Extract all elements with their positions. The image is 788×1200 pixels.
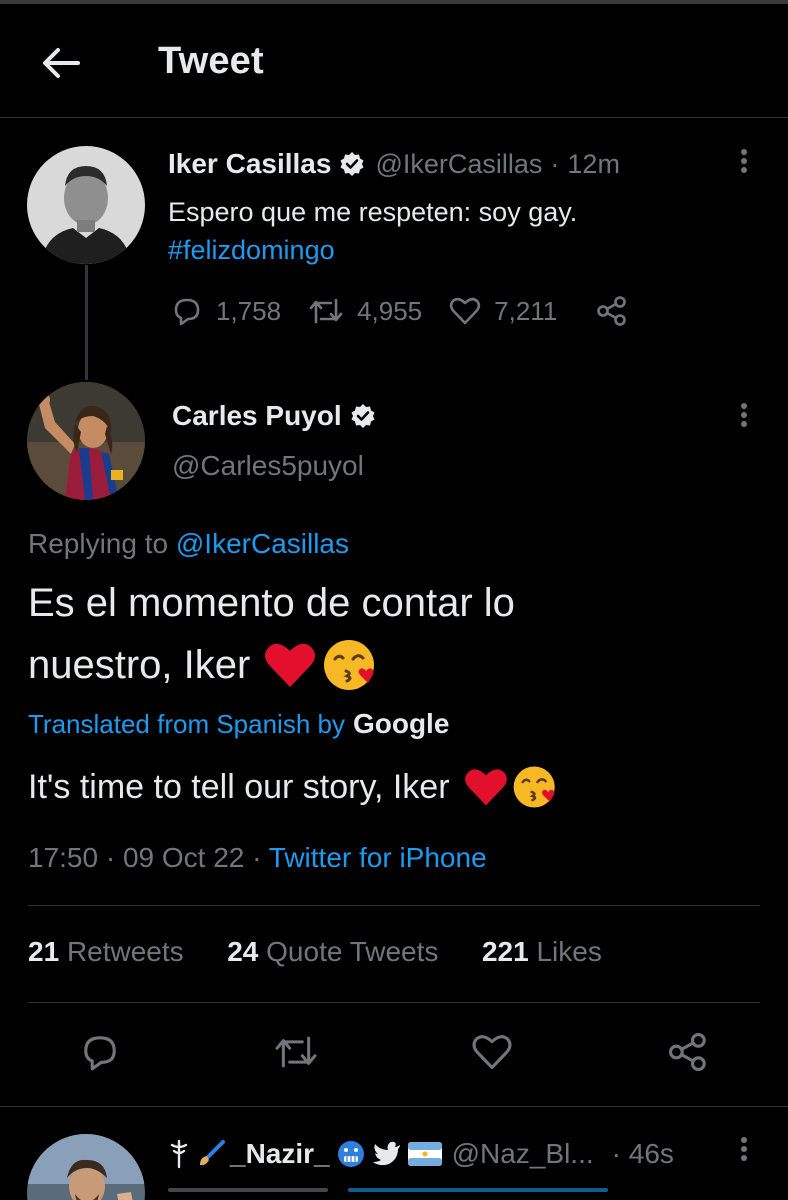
avatar-iker-casillas[interactable]: [27, 146, 145, 264]
next-reply-time[interactable]: · 46s: [612, 1138, 674, 1170]
quote-tweets-count: 24: [227, 936, 259, 967]
tweet-meta: 17:50 · 09 Oct 22 · Twitter for iPhone: [28, 842, 487, 874]
tweet-time-ago[interactable]: 12m: [567, 149, 620, 180]
retweets-count: 21: [28, 936, 60, 967]
header-divider: [0, 117, 788, 118]
page-title: Tweet: [158, 40, 264, 82]
tweet-source-link[interactable]: Twitter for iPhone: [269, 842, 487, 873]
more-options-icon[interactable]: [734, 1134, 754, 1174]
tweet-detail-screen: Tweet Iker Casillas @IkerCasillas · 12m …: [0, 0, 788, 1200]
paintbrush-icon: [200, 1140, 225, 1166]
red-heart-emoji-icon: [265, 643, 316, 687]
next-reply-header: _Nazir_ @Naz_Bl... · 46s: [168, 1138, 674, 1170]
translated-text: It's time to tell our story, Iker: [28, 764, 558, 810]
reply-tweet-actions: [0, 1030, 788, 1080]
reply-tweet-text: Es el momento de contar lo nuestro, Iker: [28, 572, 768, 696]
share-button[interactable]: [666, 1030, 710, 1079]
verified-badge-icon: [339, 151, 365, 177]
share-icon: [597, 296, 627, 326]
reply-icon: [84, 1036, 116, 1071]
like-button[interactable]: [470, 1030, 514, 1079]
parent-tweet-body: Espero que me respeten: soy gay.: [168, 197, 578, 227]
replying-prefix: Replying to: [28, 528, 169, 559]
next-reply-replying-cutoff: [168, 1188, 638, 1200]
retweets-stat[interactable]: 21 Retweets: [28, 936, 184, 967]
share-icon: [668, 1032, 706, 1072]
separator-dot: ·: [252, 842, 262, 873]
parent-tweet-text: Espero que me respeten: soy gay. #felizd…: [168, 193, 577, 269]
google-logo: Google: [352, 708, 450, 739]
translation-attribution[interactable]: Translated from Spanish by Google: [28, 708, 449, 740]
translation-body: It's time to tell our story, Iker: [28, 767, 450, 806]
replying-to: Replying to @IkerCasillas: [28, 528, 349, 560]
more-options-icon[interactable]: [734, 400, 754, 440]
quote-tweets-label: Quote Tweets: [266, 936, 439, 967]
more-options-icon[interactable]: [734, 146, 754, 186]
verified-badge-icon: [350, 403, 376, 429]
avatar-carles-puyol[interactable]: [27, 382, 145, 500]
red-heart-emoji-icon: [464, 769, 507, 806]
translated-label: Translated from Spanish by: [28, 708, 345, 739]
separator-dot: ·: [105, 842, 116, 873]
likes-label: Likes: [536, 936, 602, 967]
reply-text-line2: nuestro, Iker: [28, 643, 251, 687]
retweet-icon: [309, 298, 343, 324]
face-blowing-kiss-emoji-icon: [513, 766, 555, 808]
twitter-bird-icon: [372, 1141, 400, 1166]
heart-outline-icon: [472, 1035, 512, 1070]
retweet-button[interactable]: 4,955: [307, 294, 422, 328]
author-name[interactable]: Iker Casillas: [168, 148, 331, 180]
share-button[interactable]: [595, 294, 629, 328]
parent-tweet-header: Iker Casillas @IkerCasillas · 12m: [168, 148, 620, 180]
retweet-icon: [275, 1036, 317, 1068]
hashtag-link[interactable]: #felizdomingo: [168, 231, 577, 269]
caduceus-icon: [170, 1139, 188, 1169]
avatar-nazir[interactable]: [27, 1134, 145, 1200]
retweet-button[interactable]: [272, 1030, 320, 1079]
reply-tweet-header: Carles Puyol: [172, 400, 376, 432]
likes-stat[interactable]: 221 Likes: [482, 936, 602, 967]
next-reply-author-handle[interactable]: @Naz_Bl...: [452, 1138, 594, 1170]
like-button[interactable]: 7,211: [448, 294, 557, 328]
tweet-date[interactable]: 09 Oct 22: [123, 842, 244, 873]
author-handle[interactable]: @IkerCasillas: [375, 149, 542, 180]
reply-button[interactable]: 1,758: [170, 294, 281, 328]
reply-count: 1,758: [216, 295, 282, 326]
likes-count: 221: [481, 936, 529, 967]
retweets-label: Retweets: [66, 936, 184, 967]
reply-author-handle[interactable]: @Carles5puyol: [172, 450, 364, 482]
quote-tweets-stat[interactable]: 24 Quote Tweets: [227, 936, 438, 967]
parent-tweet-actions: 1,758 4,955 7,211: [170, 294, 629, 328]
arrow-left-icon: [43, 48, 80, 78]
separator-dot: ·: [550, 148, 560, 179]
replying-handle-link[interactable]: @IkerCasillas: [176, 528, 349, 559]
divider: [0, 1106, 788, 1107]
like-count: 7,211: [494, 295, 558, 326]
face-blowing-kiss-emoji-icon: [324, 640, 375, 690]
engagement-stats: 21 Retweets 24 Quote Tweets 221 Likes: [28, 936, 602, 968]
divider: [28, 1002, 760, 1003]
back-button[interactable]: [38, 40, 84, 86]
divider: [28, 905, 760, 906]
tweet-time[interactable]: 17:50: [28, 842, 98, 873]
reply-text-line1: Es el momento de contar lo: [28, 581, 515, 625]
reply-icon: [174, 298, 200, 326]
retweet-count: 4,955: [357, 295, 423, 326]
reply-button[interactable]: [78, 1030, 122, 1079]
reply-author-name[interactable]: Carles Puyol: [172, 400, 342, 432]
cold-face-emoji-icon: [337, 1141, 364, 1167]
thread-connector-line: [85, 265, 88, 380]
argentina-flag-icon: [407, 1142, 442, 1166]
heart-outline-icon: [449, 297, 481, 325]
header: Tweet: [0, 4, 788, 114]
next-reply-author-name[interactable]: _Nazir_: [230, 1138, 330, 1170]
